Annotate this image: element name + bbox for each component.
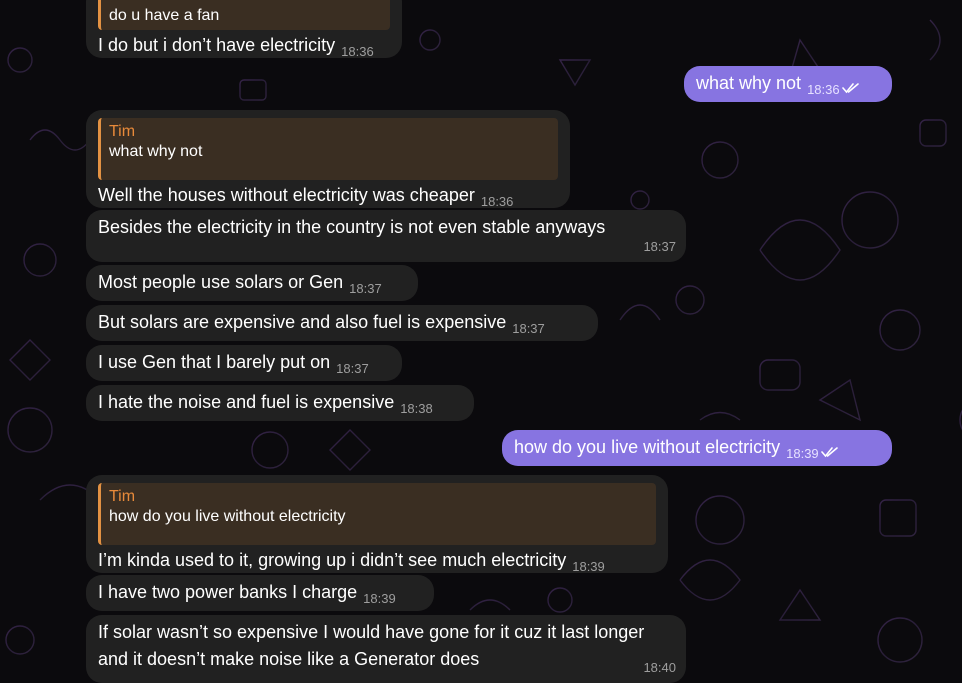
message-timestamp: 18:37 [643, 233, 676, 260]
message-timestamp: 18:39 [363, 591, 396, 606]
double-check-icon [841, 82, 859, 93]
message-time-text: 18:39 [363, 591, 396, 606]
incoming-message-bubble[interactable]: Tim what why not Well the houses without e… [86, 110, 570, 209]
incoming-message-bubble[interactable]: Most people use solars or Gen 18:37 [86, 265, 418, 301]
reply-quoted-text: do u have a fan [109, 7, 220, 24]
message-time-text: 18:37 [336, 361, 369, 376]
message-timestamp: 18:37 [349, 281, 382, 296]
message-timestamp: 18:40 [643, 654, 676, 681]
message-time-text: 18:40 [643, 660, 676, 675]
message-time-text: 18:38 [400, 401, 433, 416]
message-time-text: 18:36 [480, 194, 514, 209]
incoming-message-bubble[interactable]: I have two power banks I charge 18:39 [86, 575, 434, 611]
reply-quoted-text: how do you live without electricity [109, 508, 346, 525]
message-time-text: 18:37 [349, 281, 382, 296]
message-time-text: 18:39 [572, 559, 605, 574]
message-time-text: 18:36 [341, 44, 374, 59]
message-time-text: 18:37 [643, 239, 676, 254]
message-time-text: 18:36 [807, 82, 840, 97]
reply-author-name: Tim [109, 123, 136, 140]
outgoing-message-bubble[interactable]: what why not 18:36 [684, 66, 892, 102]
message-timestamp: 18:37 [336, 361, 369, 376]
message-text: how do you live without electricity [514, 437, 781, 457]
message-time-text: 18:37 [512, 321, 545, 336]
incoming-message-bubble[interactable]: I hate the noise and fuel is expensive 18… [86, 385, 474, 421]
message-timestamp: 18:39 [786, 446, 839, 461]
message-text: I hate the noise and fuel is expensive [98, 392, 395, 412]
message-text: I’m kinda used to it, growing up i didn’… [98, 550, 567, 570]
message-text: But solars are expensive and also fuel i… [98, 312, 507, 332]
message-text: If solar wasn’t so expensive I would hav… [98, 622, 645, 669]
incoming-message-bubble[interactable]: I use Gen that I barely put on 18:37 [86, 345, 402, 381]
message-text: Well the houses without electricity was … [98, 185, 475, 205]
reply-preview[interactable]: Tim how do you live without electricity [98, 483, 656, 545]
incoming-message-bubble[interactable]: 18:37 Besides the electricity in the coun… [86, 210, 686, 262]
message-text: what why not [696, 73, 802, 93]
incoming-message-bubble[interactable]: do u have a fan I do but i don’t have ele… [86, 0, 402, 59]
incoming-message-bubble[interactable]: Tim how do you live without electricity I’… [86, 475, 668, 574]
reply-preview[interactable]: do u have a fan [98, 0, 390, 30]
message-text: Besides the electricity in the country i… [98, 217, 606, 237]
incoming-message-bubble[interactable]: 18:40 If solar wasn’t so expensive I woul… [86, 615, 686, 683]
outgoing-message-bubble[interactable]: how do you live without electricity 18:39 [502, 430, 892, 466]
message-timestamp: 18:37 [512, 321, 545, 336]
message-text: I have two power banks I charge [98, 582, 358, 602]
double-check-icon [820, 446, 838, 457]
reply-preview[interactable]: Tim what why not [98, 118, 558, 180]
message-timestamp: 18:36 [807, 82, 860, 97]
message-timestamp: 18:39 [572, 559, 605, 574]
message-time-text: 18:39 [786, 446, 819, 461]
message-text: I use Gen that I barely put on [98, 352, 331, 372]
message-text: Most people use solars or Gen [98, 272, 344, 292]
reply-quoted-text: what why not [109, 143, 203, 160]
message-text: I do but i don’t have electricity [98, 35, 336, 55]
message-timestamp: 18:36 [481, 194, 514, 209]
message-timestamp: 18:38 [400, 401, 433, 416]
incoming-message-bubble[interactable]: But solars are expensive and also fuel i… [86, 305, 598, 341]
message-timestamp: 18:36 [341, 44, 374, 59]
reply-author-name: Tim [109, 488, 136, 505]
